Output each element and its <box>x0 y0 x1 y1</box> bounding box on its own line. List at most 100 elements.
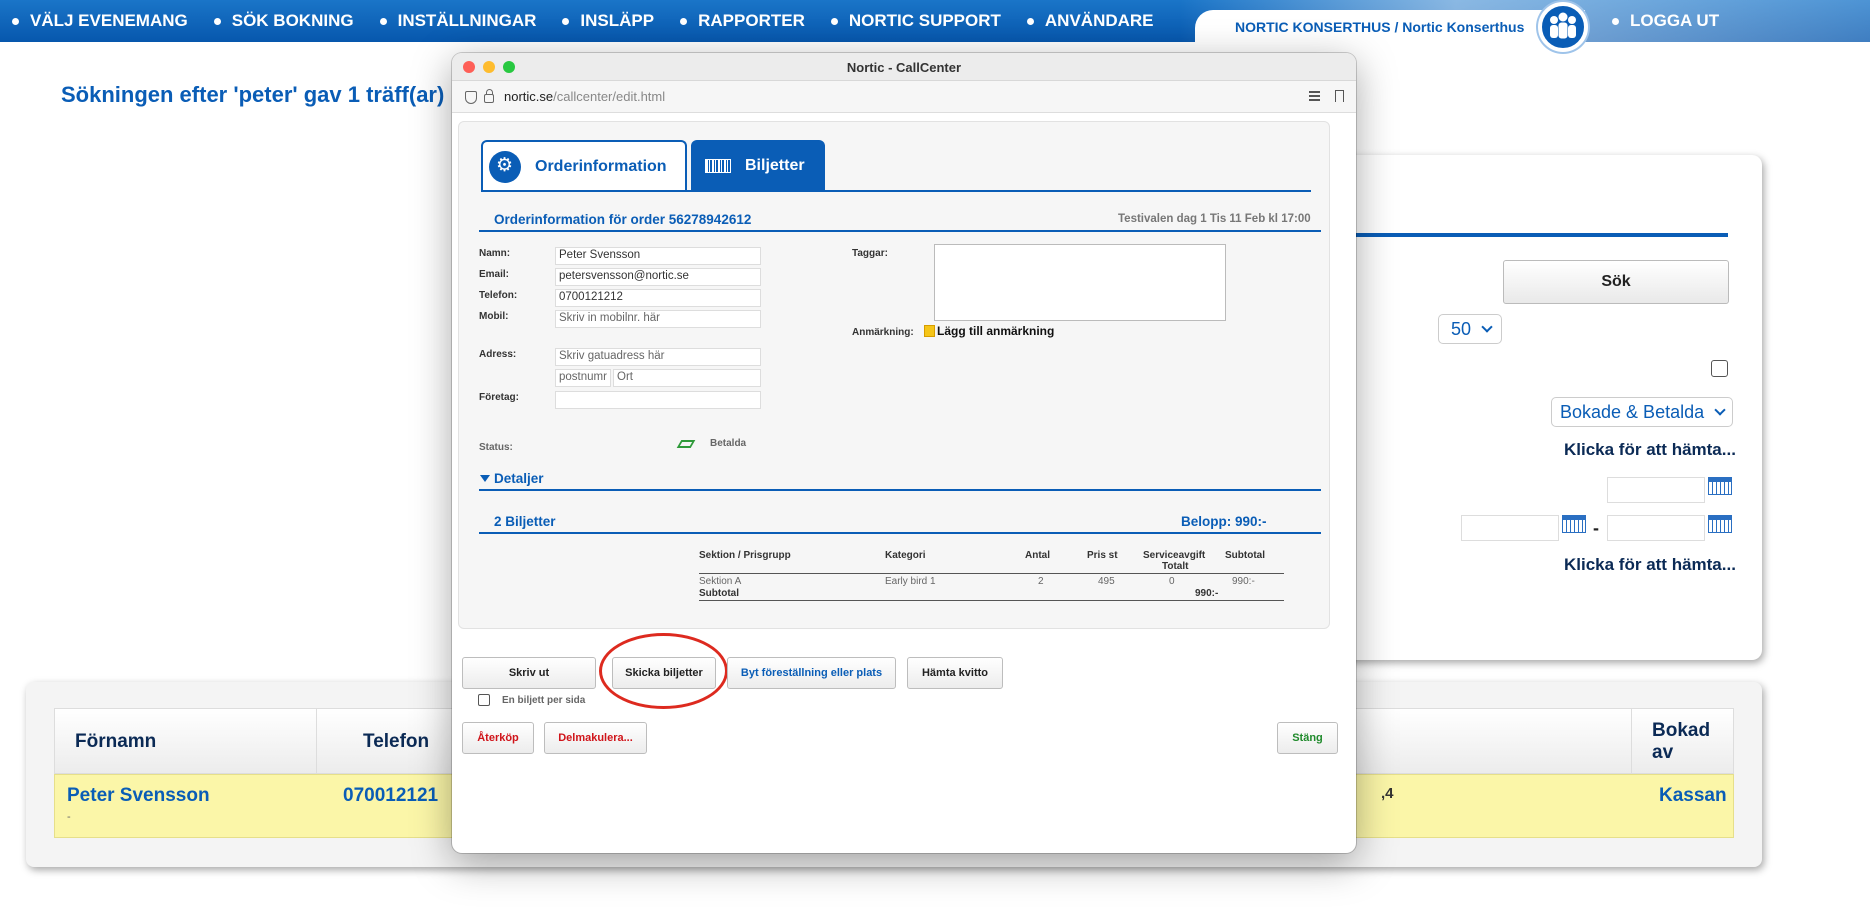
callcenter-window: Nortic - CallCenter nortic.se/callcenter… <box>452 53 1356 853</box>
nav-sok-bokning[interactable]: SÖK BOKNING <box>213 11 354 31</box>
url-text[interactable]: nortic.se/callcenter/edit.html <box>504 89 665 104</box>
one-ticket-per-page-checkbox[interactable] <box>478 694 490 706</box>
logout-link[interactable]: LOGGA UT <box>1612 0 1719 42</box>
panel-divider <box>1330 233 1728 237</box>
window-titlebar: Nortic - CallCenter <box>452 53 1356 81</box>
search-result-heading: Sökningen efter 'peter' gav 1 träff(ar) <box>61 82 445 107</box>
calendar-icon[interactable] <box>1708 477 1732 495</box>
window-title: Nortic - CallCenter <box>846 59 962 75</box>
nav-valj-evenemang[interactable]: VÄLJ EVENEMANG <box>12 11 188 31</box>
bullet-icon <box>680 17 688 25</box>
date-to-input[interactable] <box>1607 515 1705 541</box>
users-icon[interactable] <box>1538 2 1588 52</box>
label-mobile: Mobil: <box>479 311 509 322</box>
th-subtotal: Subtotal <box>1225 550 1265 561</box>
email-field[interactable]: petersvensson@nortic.se <box>555 268 761 286</box>
nav-anvandare[interactable]: ANVÄNDARE <box>1026 11 1154 31</box>
name-field[interactable]: Peter Svensson <box>555 247 761 265</box>
bullet-icon <box>562 17 570 25</box>
date-separator: - <box>1593 518 1599 538</box>
filter-checkbox[interactable] <box>1711 360 1728 377</box>
nav-menu: VÄLJ EVENEMANG SÖK BOKNING INSTÄLLNINGAR… <box>12 0 1180 42</box>
reader-view-icon[interactable] <box>1309 91 1320 101</box>
th-fee: Serviceavgift <box>1143 550 1206 561</box>
table-rule <box>699 573 1284 574</box>
gear-icon <box>489 151 521 183</box>
tickets-title: 2 Biljetter <box>494 514 556 529</box>
annotation-highlight-ring <box>599 633 728 709</box>
fetch-link-2[interactable]: Klicka för att hämta... <box>1564 555 1736 575</box>
td-subtotal: 990:- <box>1232 576 1255 587</box>
label-phone: Telefon: <box>479 290 518 301</box>
calendar-icon[interactable] <box>1562 515 1586 533</box>
add-note-link[interactable]: Lägg till anmärkning <box>937 324 1054 338</box>
tab-orderinformation[interactable]: Orderinformation <box>481 140 687 192</box>
close-button[interactable]: Stäng <box>1277 722 1338 754</box>
th-section: Sektion / Prisgrupp <box>699 550 791 561</box>
details-toggle[interactable]: Detaljer <box>494 471 544 486</box>
column-divider <box>1631 709 1632 775</box>
nav-inslapp[interactable]: INSLÄPP <box>562 11 654 31</box>
section-divider <box>479 230 1321 232</box>
label-address: Adress: <box>479 349 517 360</box>
tab-biljetter[interactable]: Biljetter <box>691 140 825 192</box>
column-header-fornamn[interactable]: Förnamn <box>75 709 156 775</box>
bullet-icon <box>213 17 221 25</box>
receipt-button[interactable]: Hämta kvitto <box>907 657 1003 689</box>
row-name[interactable]: Peter Svensson <box>67 785 210 807</box>
refund-button[interactable]: Återköp <box>462 722 534 754</box>
bullet-icon <box>379 17 387 25</box>
lock-icon <box>484 89 494 103</box>
company-field[interactable] <box>555 391 761 409</box>
partial-cancel-button[interactable]: Delmakulera... <box>544 722 647 754</box>
status-value: Betalda <box>710 438 747 449</box>
column-header-telefon[interactable]: Telefon <box>363 709 429 775</box>
td-section: Sektion A <box>699 576 742 587</box>
bookmark-icon[interactable] <box>1335 90 1344 102</box>
phone-field[interactable]: 0700121212 <box>555 289 761 307</box>
chevron-down-icon <box>1714 404 1726 416</box>
section-divider <box>479 532 1321 534</box>
postcode-field[interactable]: postnumr <box>555 369 611 387</box>
address-bar[interactable]: nortic.se/callcenter/edit.html <box>452 81 1356 113</box>
tags-textarea[interactable] <box>934 244 1226 321</box>
fetch-link-1[interactable]: Klicka för att hämta... <box>1564 440 1736 460</box>
nav-rapporter[interactable]: RAPPORTER <box>680 11 805 31</box>
barcode-icon <box>705 159 731 173</box>
result-count-select[interactable]: 50 <box>1438 314 1502 344</box>
label-status: Status: <box>479 442 513 453</box>
td-category: Early bird 1 <box>885 576 936 587</box>
label-tags: Taggar: <box>852 248 888 259</box>
row-partial-value: ,4 <box>1381 785 1394 802</box>
search-button[interactable]: Sök <box>1503 260 1729 304</box>
mobile-field[interactable]: Skriv in mobilnr. här <box>555 310 761 328</box>
bullet-icon <box>1026 17 1034 25</box>
label-note: Anmärkning: <box>852 327 914 338</box>
tab-underline <box>481 190 1311 192</box>
event-info: Testivalen dag 1 Tis 11 Feb kl 17:00 <box>1118 213 1311 225</box>
status-select[interactable]: Bokade & Betalda <box>1551 397 1733 427</box>
shield-icon[interactable] <box>465 91 477 104</box>
caret-down-icon[interactable] <box>480 475 490 482</box>
bullet-icon <box>1612 17 1619 25</box>
date-input-1[interactable] <box>1607 477 1705 503</box>
column-header-bokad-av[interactable]: Bokad av <box>1652 709 1733 775</box>
city-field[interactable]: Ort <box>613 369 761 387</box>
label-name: Namn: <box>479 248 511 259</box>
nav-installningar[interactable]: INSTÄLLNINGAR <box>379 11 536 31</box>
address-field[interactable]: Skriv gatuadress här <box>555 348 761 366</box>
nav-nortic-support[interactable]: NORTIC SUPPORT <box>830 11 1001 31</box>
calendar-icon[interactable] <box>1708 515 1732 533</box>
print-button[interactable]: Skriv ut <box>462 657 596 689</box>
change-show-button[interactable]: Byt föreställning eller plats <box>727 657 896 689</box>
date-from-input[interactable] <box>1461 515 1559 541</box>
th-category: Kategori <box>885 550 926 561</box>
note-icon[interactable] <box>924 325 935 337</box>
th-price: Pris st <box>1087 550 1118 561</box>
td-price: 495 <box>1098 576 1115 587</box>
bullet-icon <box>12 17 19 25</box>
bullet-icon <box>830 17 838 25</box>
users-glyph <box>1550 12 1576 39</box>
top-navigation: VÄLJ EVENEMANG SÖK BOKNING INSTÄLLNINGAR… <box>0 0 1870 42</box>
organization-label: NORTIC KONSERTHUS / Nortic Konserthus <box>1195 10 1585 44</box>
